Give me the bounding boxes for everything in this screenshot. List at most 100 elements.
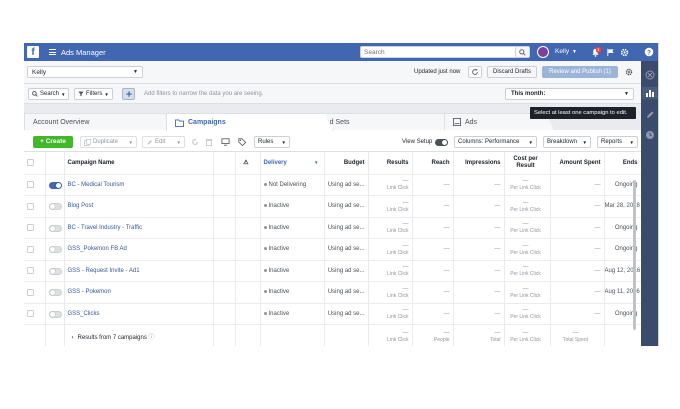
col-delivery[interactable]: Delivery ▼: [260, 152, 325, 175]
row-toggle-cell: [45, 260, 65, 282]
edit-button[interactable]: Edit ▼: [142, 136, 185, 148]
table-row[interactable]: GSS_Clicks Inactive Using ad se... — Link Cl…: [24, 303, 641, 325]
trash-icon[interactable]: [203, 136, 214, 148]
create-button[interactable]: + Create: [33, 136, 73, 148]
budget-cell: Using ad se...: [324, 174, 369, 196]
chart-icon[interactable]: [642, 87, 658, 99]
close-circle-icon[interactable]: [644, 69, 656, 81]
row-checkbox[interactable]: [27, 310, 34, 318]
filter-bar: Search ▼ Filters ▼ Add filters to narrow…: [24, 84, 641, 104]
account-selector[interactable]: Kelly ▼: [27, 66, 143, 78]
cost-cell: — Per Link Click: [504, 238, 551, 261]
duplicate-button[interactable]: Duplicate ▼: [80, 136, 137, 148]
add-filter-button[interactable]: [122, 88, 135, 100]
campaign-toggle[interactable]: [48, 267, 62, 275]
refresh-button[interactable]: [468, 66, 482, 78]
menu-icon[interactable]: [49, 49, 56, 55]
create-button-label: Create: [45, 138, 66, 145]
date-range-selector[interactable]: This month: ▼: [505, 88, 634, 100]
rules-dropdown[interactable]: Rules ▼: [254, 136, 290, 148]
row-checkbox[interactable]: [27, 202, 34, 210]
campaign-toggle[interactable]: [48, 181, 62, 189]
settings-button[interactable]: [622, 66, 635, 78]
search-dropdown[interactable]: Search ▼: [28, 88, 70, 100]
spent-cell: —: [550, 281, 605, 304]
select-all-cell: [24, 152, 46, 175]
gear-icon[interactable]: [618, 46, 630, 58]
discard-drafts-button[interactable]: Discard Drafts: [487, 66, 537, 78]
pencil-icon[interactable]: [644, 109, 656, 121]
chevron-down-icon: ▼: [528, 139, 533, 145]
row-empty-cell: [235, 217, 261, 239]
search-input[interactable]: [361, 47, 511, 57]
campaign-toggle[interactable]: [48, 246, 62, 253]
chevron-down-icon[interactable]: ▼: [572, 49, 577, 55]
search-icon: [519, 48, 526, 56]
select-all-checkbox[interactable]: [27, 159, 34, 167]
undo-icon[interactable]: [189, 136, 200, 148]
table-row[interactable]: GSS_Pokemon FB Ad Inactive Using ad se... —…: [24, 238, 641, 261]
col-label: Delivery: [263, 159, 287, 166]
delivery-cell: Inactive: [260, 281, 325, 304]
col-warning[interactable]: ⚠: [235, 152, 261, 175]
campaign-toggle[interactable]: [48, 203, 62, 210]
table-row[interactable]: BC - Travel Industry - Traffic Inactive Us…: [24, 217, 641, 239]
row-checkbox[interactable]: [27, 288, 34, 296]
columns-dropdown[interactable]: Columns: Performance ▼: [454, 136, 537, 148]
campaign-toggle[interactable]: [48, 224, 62, 232]
col-label: Ends: [622, 159, 638, 166]
campaign-toggle[interactable]: [48, 289, 62, 296]
search-button[interactable]: [515, 47, 529, 57]
col-results[interactable]: Results: [368, 152, 413, 175]
campaign-name-link[interactable]: GSS - Pokemon: [68, 289, 111, 295]
tab-account-overview[interactable]: Account Overview: [24, 113, 172, 130]
breakdown-dropdown[interactable]: Breakdown ▼: [543, 136, 591, 148]
facebook-logo-icon[interactable]: f: [27, 46, 39, 58]
table-scrollbar[interactable]: [633, 180, 636, 330]
account-bar: Kelly ▼ Updated just now Discard Drafts …: [24, 61, 641, 84]
campaign-name-link[interactable]: GSS_Clicks: [68, 311, 100, 317]
col-reach[interactable]: Reach: [412, 152, 454, 175]
clock-icon[interactable]: [644, 129, 656, 141]
budget-cell: Using ad se...: [324, 260, 369, 282]
campaign-toggle[interactable]: [48, 310, 62, 318]
row-checkbox[interactable]: [27, 267, 34, 275]
review-publish-button[interactable]: Review and Publish (1): [542, 66, 618, 78]
avatar[interactable]: [537, 46, 549, 58]
table-row[interactable]: BC - Medical Tourism Not Delivering Using …: [24, 174, 641, 196]
campaign-name-cell: GSS_Clicks: [64, 303, 214, 325]
view-setup-toggle[interactable]: [435, 139, 448, 146]
filters-dropdown[interactable]: Filters ▼: [74, 88, 113, 100]
col-ends[interactable]: Ends: [604, 152, 641, 175]
campaign-name-link[interactable]: BC - Medical Tourism: [68, 182, 125, 188]
table-row[interactable]: Blog Post Inactive Using ad se... — Link Cli…: [24, 195, 641, 218]
tab-campaigns[interactable]: Campaigns: [166, 113, 333, 131]
col-budget[interactable]: Budget: [324, 152, 369, 175]
col-impressions[interactable]: Impressions: [453, 152, 505, 175]
reports-dropdown[interactable]: Reports ▼: [597, 136, 638, 148]
filter-hint[interactable]: Add filters to narrow the data you are s…: [144, 91, 263, 97]
row-checkbox[interactable]: [27, 181, 34, 189]
table-row[interactable]: GSS - Request Invite - Ad1 Inactive Using …: [24, 260, 641, 282]
totals-reach: — People: [412, 324, 454, 346]
delivery-status: Inactive: [268, 289, 290, 296]
table-row[interactable]: GSS - Pokemon Inactive Using ad se... — Link…: [24, 281, 641, 304]
flag-icon[interactable]: [604, 46, 616, 58]
row-checkbox[interactable]: [27, 245, 34, 253]
campaign-name-link[interactable]: GSS - Request Invite - Ad1: [68, 268, 140, 274]
user-name[interactable]: Kelly: [555, 48, 569, 55]
help-icon[interactable]: ?: [643, 46, 655, 58]
col-more[interactable]: [213, 152, 236, 175]
bell-icon[interactable]: 1: [589, 46, 601, 58]
campaign-name-link[interactable]: Blog Post: [68, 203, 94, 209]
row-checkbox[interactable]: [27, 224, 34, 232]
campaign-name-cell: Blog Post: [64, 195, 214, 218]
col-cost-per-result[interactable]: Cost per Result: [504, 152, 551, 175]
tag-icon[interactable]: [236, 136, 247, 148]
col-amount-spent[interactable]: Amount Spent: [550, 152, 605, 175]
totals-label-cell[interactable]: › Results from 7 campaigns ⓘ: [64, 324, 214, 346]
col-campaign-name[interactable]: Campaign Name: [64, 152, 214, 175]
campaign-name-link[interactable]: GSS_Pokemon FB Ad: [68, 246, 127, 252]
preview-icon[interactable]: [220, 136, 231, 148]
campaign-name-link[interactable]: BC - Travel Industry - Traffic: [68, 225, 143, 231]
